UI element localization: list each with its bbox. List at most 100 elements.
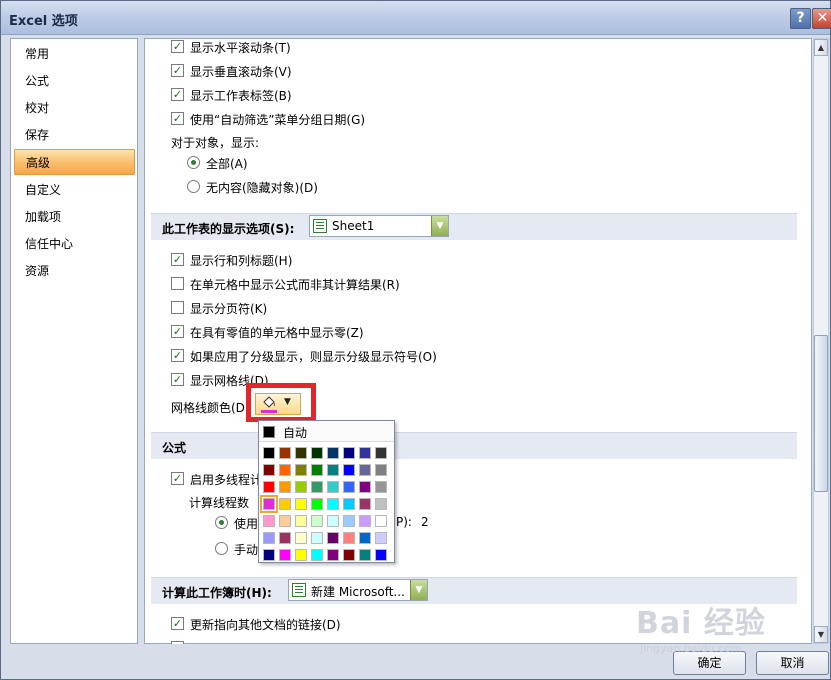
chevron-down-icon[interactable]: ▼ (431, 216, 448, 236)
use-all-processors-radio[interactable] (215, 516, 228, 529)
show-vscroll-checkbox[interactable]: ✓ (171, 64, 184, 77)
color-cell[interactable] (343, 464, 355, 476)
manual-threads-radio[interactable] (215, 542, 228, 555)
ok-button[interactable]: 确定 (673, 651, 746, 675)
sidebar-item[interactable]: 常用 (14, 41, 135, 67)
color-cell[interactable] (343, 481, 355, 493)
color-cell[interactable] (327, 464, 339, 476)
color-cell[interactable] (311, 447, 323, 459)
color-cell[interactable] (279, 464, 291, 476)
show-headers-checkbox[interactable]: ✓ (171, 253, 184, 266)
color-cell[interactable] (359, 532, 371, 544)
show-zero-checkbox[interactable]: ✓ (171, 325, 184, 338)
excel-icon (292, 583, 306, 597)
sidebar-item[interactable]: 公式 (14, 68, 135, 94)
update-links-checkbox[interactable]: ✓ (171, 617, 184, 630)
sidebar-item[interactable]: 校对 (14, 95, 135, 121)
color-cell[interactable] (359, 481, 371, 493)
color-cell[interactable] (263, 515, 275, 527)
sidebar-item[interactable]: 信任中心 (14, 231, 135, 257)
color-cell[interactable] (263, 447, 275, 459)
color-cell[interactable] (327, 532, 339, 544)
color-cell[interactable] (327, 481, 339, 493)
cancel-button[interactable]: 取消 (756, 651, 829, 675)
color-cell[interactable] (359, 447, 371, 459)
color-cell[interactable] (343, 498, 355, 510)
color-cell[interactable] (327, 447, 339, 459)
auto-color-option[interactable]: 自动 (259, 421, 394, 442)
color-cell[interactable] (295, 447, 307, 459)
color-cell[interactable] (263, 464, 275, 476)
color-cell[interactable] (279, 447, 291, 459)
sidebar-item[interactable]: 自定义 (14, 177, 135, 203)
color-cell[interactable] (279, 549, 291, 561)
color-cell[interactable] (327, 515, 339, 527)
help-button[interactable]: ? (790, 8, 811, 29)
color-cell[interactable] (295, 464, 307, 476)
objects-none-radio[interactable] (187, 180, 200, 193)
color-cell[interactable] (263, 481, 275, 493)
chevron-down-icon[interactable]: ▼ (410, 580, 427, 600)
color-cell[interactable] (359, 515, 371, 527)
color-cell[interactable] (311, 481, 323, 493)
show-pagebreaks-checkbox[interactable] (171, 301, 184, 314)
color-cell[interactable] (359, 464, 371, 476)
color-cell[interactable] (343, 532, 355, 544)
color-cell[interactable] (375, 481, 387, 493)
show-gridlines-checkbox[interactable]: ✓ (171, 373, 184, 386)
sheet-display-section: 此工作表的显示选项(S): (151, 213, 797, 240)
close-button[interactable]: ✕ (812, 8, 831, 29)
partial-checkbox[interactable] (171, 641, 184, 644)
vertical-scrollbar[interactable]: ▲ ▼ (813, 38, 829, 644)
color-cell[interactable] (279, 515, 291, 527)
color-cell[interactable] (375, 549, 387, 561)
multithread-checkbox[interactable]: ✓ (171, 472, 184, 485)
color-cell[interactable] (375, 515, 387, 527)
color-cell[interactable] (279, 481, 291, 493)
color-cell[interactable] (263, 532, 275, 544)
scroll-up-button[interactable]: ▲ (814, 39, 828, 56)
color-cell[interactable] (311, 549, 323, 561)
color-cell[interactable] (375, 447, 387, 459)
group-dates-checkbox[interactable]: ✓ (171, 112, 184, 125)
category-sidebar: 常用 公式 校对 保存 高级 自定义 加载项 信任中心 资源 (10, 38, 138, 644)
color-cell[interactable] (343, 515, 355, 527)
color-cell[interactable] (343, 549, 355, 561)
color-cell[interactable] (263, 549, 275, 561)
show-formulas-checkbox[interactable] (171, 277, 184, 290)
sidebar-item[interactable]: 高级 (14, 149, 135, 175)
color-cell[interactable] (359, 549, 371, 561)
sheet-select[interactable]: Sheet1 ▼ (309, 215, 449, 237)
color-cell[interactable] (359, 498, 371, 510)
scroll-down-button[interactable]: ▼ (814, 626, 828, 643)
color-cell[interactable] (375, 532, 387, 544)
color-cell[interactable] (295, 515, 307, 527)
color-cell[interactable] (375, 464, 387, 476)
sidebar-item[interactable]: 资源 (14, 258, 135, 284)
color-cell[interactable] (327, 549, 339, 561)
color-cell[interactable] (375, 498, 387, 510)
color-cell[interactable] (295, 498, 307, 510)
show-vscroll-label: 显示垂直滚动条(V) (190, 65, 292, 79)
color-cell[interactable] (327, 498, 339, 510)
objects-all-radio[interactable] (187, 156, 200, 169)
color-cell[interactable] (295, 532, 307, 544)
sidebar-item[interactable]: 保存 (14, 122, 135, 148)
show-outline-checkbox[interactable]: ✓ (171, 349, 184, 362)
sidebar-item[interactable]: 加载项 (14, 204, 135, 230)
show-tabs-checkbox[interactable]: ✓ (171, 88, 184, 101)
color-cell[interactable] (295, 481, 307, 493)
color-cell[interactable] (279, 498, 291, 510)
color-cell[interactable] (311, 515, 323, 527)
color-cell[interactable] (311, 464, 323, 476)
color-cell[interactable] (279, 532, 291, 544)
workbook-select[interactable]: 新建 Microsoft... ▼ (288, 579, 428, 601)
gridline-color-button[interactable]: ▼ (255, 393, 301, 415)
scroll-thumb[interactable] (814, 335, 828, 492)
color-cell[interactable] (311, 498, 323, 510)
show-hscroll-checkbox[interactable]: ✓ (171, 40, 184, 53)
color-cell[interactable] (295, 549, 307, 561)
color-cell[interactable] (343, 447, 355, 459)
color-cell[interactable] (260, 495, 278, 513)
color-cell[interactable] (311, 532, 323, 544)
